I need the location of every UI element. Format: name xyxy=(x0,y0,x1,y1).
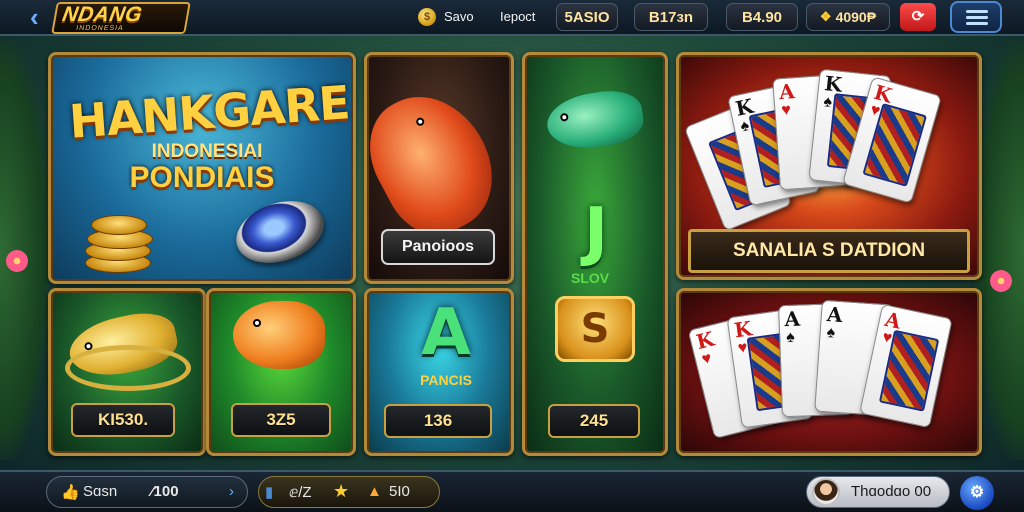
alert-icon[interactable]: ⟳ xyxy=(900,3,936,31)
bet-pill[interactable]: 👍 Sɑsn ⁄100 › xyxy=(46,476,248,508)
game-tile-slov[interactable]: J xyxy=(522,52,668,456)
game-value: KI530. xyxy=(97,410,149,429)
game-name-plate: Panoioos xyxy=(381,229,495,265)
orange-fish-icon xyxy=(233,301,325,369)
chevron-right-icon[interactable]: › xyxy=(229,483,234,500)
blue-gem-icon xyxy=(228,190,332,274)
game-value-box: KI530. xyxy=(71,403,175,437)
logo-text: NDANG xyxy=(60,3,145,26)
coins-pill[interactable]: ❖ 4090₱ xyxy=(806,3,890,31)
balance-value: 5ASIO xyxy=(564,8,610,26)
flower-decoration xyxy=(990,270,1012,292)
card-game-banner: SANALIA S DATDION xyxy=(688,229,970,273)
star-value: 5I0 xyxy=(389,483,410,500)
balance-pill[interactable]: B4.90 xyxy=(726,3,798,31)
card-game-title: SANALIA S DATDION xyxy=(732,240,926,261)
pancis-letter: A xyxy=(421,296,471,370)
game-value-box: 245 xyxy=(548,404,640,438)
coins-value: 4090₱ xyxy=(835,9,877,25)
card-suit: ♠ xyxy=(822,93,833,111)
book-count: ⅇ/Z xyxy=(289,484,312,501)
game-logo: NDANG INDONESIA xyxy=(51,2,191,34)
green-fish-icon xyxy=(543,86,647,154)
game-tile-orange-fish[interactable]: 3Z5 xyxy=(206,288,356,456)
save-link[interactable]: Savo xyxy=(444,9,474,24)
card-rank: K xyxy=(693,326,717,355)
hero-subtitle-large: PONDIAIS xyxy=(129,161,275,194)
card-suit: ♥ xyxy=(700,349,714,369)
fish-ring-icon xyxy=(65,345,191,391)
slov-letter: J xyxy=(584,195,608,269)
cone-icon: ▲ xyxy=(367,483,382,500)
game-value: 245 xyxy=(579,411,609,430)
card-rank: A xyxy=(778,79,796,105)
coin-icon: $ xyxy=(418,8,436,26)
balance-value: B4.90 xyxy=(741,8,783,26)
gold-coin-icon xyxy=(91,215,147,235)
user-name: Thɑodɑo 00 xyxy=(851,483,932,500)
settings-icon[interactable]: ⚙ xyxy=(960,476,994,510)
menu-icon[interactable] xyxy=(950,1,1002,33)
book-icon: ▮ xyxy=(265,484,274,501)
balance-pill[interactable]: 5ASIO xyxy=(556,3,618,31)
top-bar: ‹ NDANG INDONESIA $ Savo Iepoct 5ASIO B1… xyxy=(0,0,1024,36)
card-suit: ♠ xyxy=(785,328,795,347)
card-suit: ♠ xyxy=(826,324,836,342)
card-rank: K xyxy=(823,71,844,97)
back-icon[interactable]: ‹ xyxy=(30,4,52,30)
rewards-pill[interactable]: ▮ ⅇ/Z ★ ▲ 5I0 xyxy=(258,476,440,508)
card-rank: A xyxy=(826,302,844,328)
like-label: Sɑsn xyxy=(83,483,118,500)
balance-value: B17зn xyxy=(648,8,694,26)
pancis-label: PANCIS xyxy=(420,372,472,388)
balance-pill[interactable]: B17зn xyxy=(634,3,708,31)
bottom-bar: 👍 Sɑsn ⁄100 › ▮ ⅇ/Z ★ ▲ 5I0 Thɑodɑo 00 ⚙ xyxy=(0,470,1024,512)
hero-subtitle: INDONESIAI xyxy=(151,141,263,162)
game-tile-red-fish[interactable]: Panoioos xyxy=(364,52,514,284)
slot-badge-icon: S xyxy=(555,296,635,362)
game-value-box: 136 xyxy=(384,404,492,438)
game-name: Panoioos xyxy=(401,238,474,255)
jungle-foliage-left xyxy=(0,40,50,460)
featured-game-tile[interactable]: HANKGARE INDONESIAI PONDIAIS xyxy=(48,52,356,284)
deposit-link[interactable]: Iepoct xyxy=(500,9,535,24)
coin-stack-icon: ❖ xyxy=(819,9,832,24)
thumbs-up-icon: 👍 xyxy=(61,484,80,501)
card-suit: ♥ xyxy=(780,101,792,120)
card-rank: A xyxy=(784,306,801,332)
game-value: 136 xyxy=(423,411,453,430)
flower-decoration xyxy=(6,250,28,272)
star-icon: ★ xyxy=(333,481,350,501)
game-value: 3Z5 xyxy=(266,410,296,429)
hero-title: HANKGARE xyxy=(67,75,351,149)
slov-label: SLOV xyxy=(570,270,610,286)
red-fish-icon xyxy=(367,75,511,251)
game-tile-golden-fish[interactable]: KI530. xyxy=(48,288,206,456)
logo-subtitle: INDONESIA xyxy=(75,25,125,32)
avatar[interactable] xyxy=(812,478,840,506)
game-value-box: 3Z5 xyxy=(231,403,331,437)
multiplier-value: ⁄100 xyxy=(151,483,179,500)
